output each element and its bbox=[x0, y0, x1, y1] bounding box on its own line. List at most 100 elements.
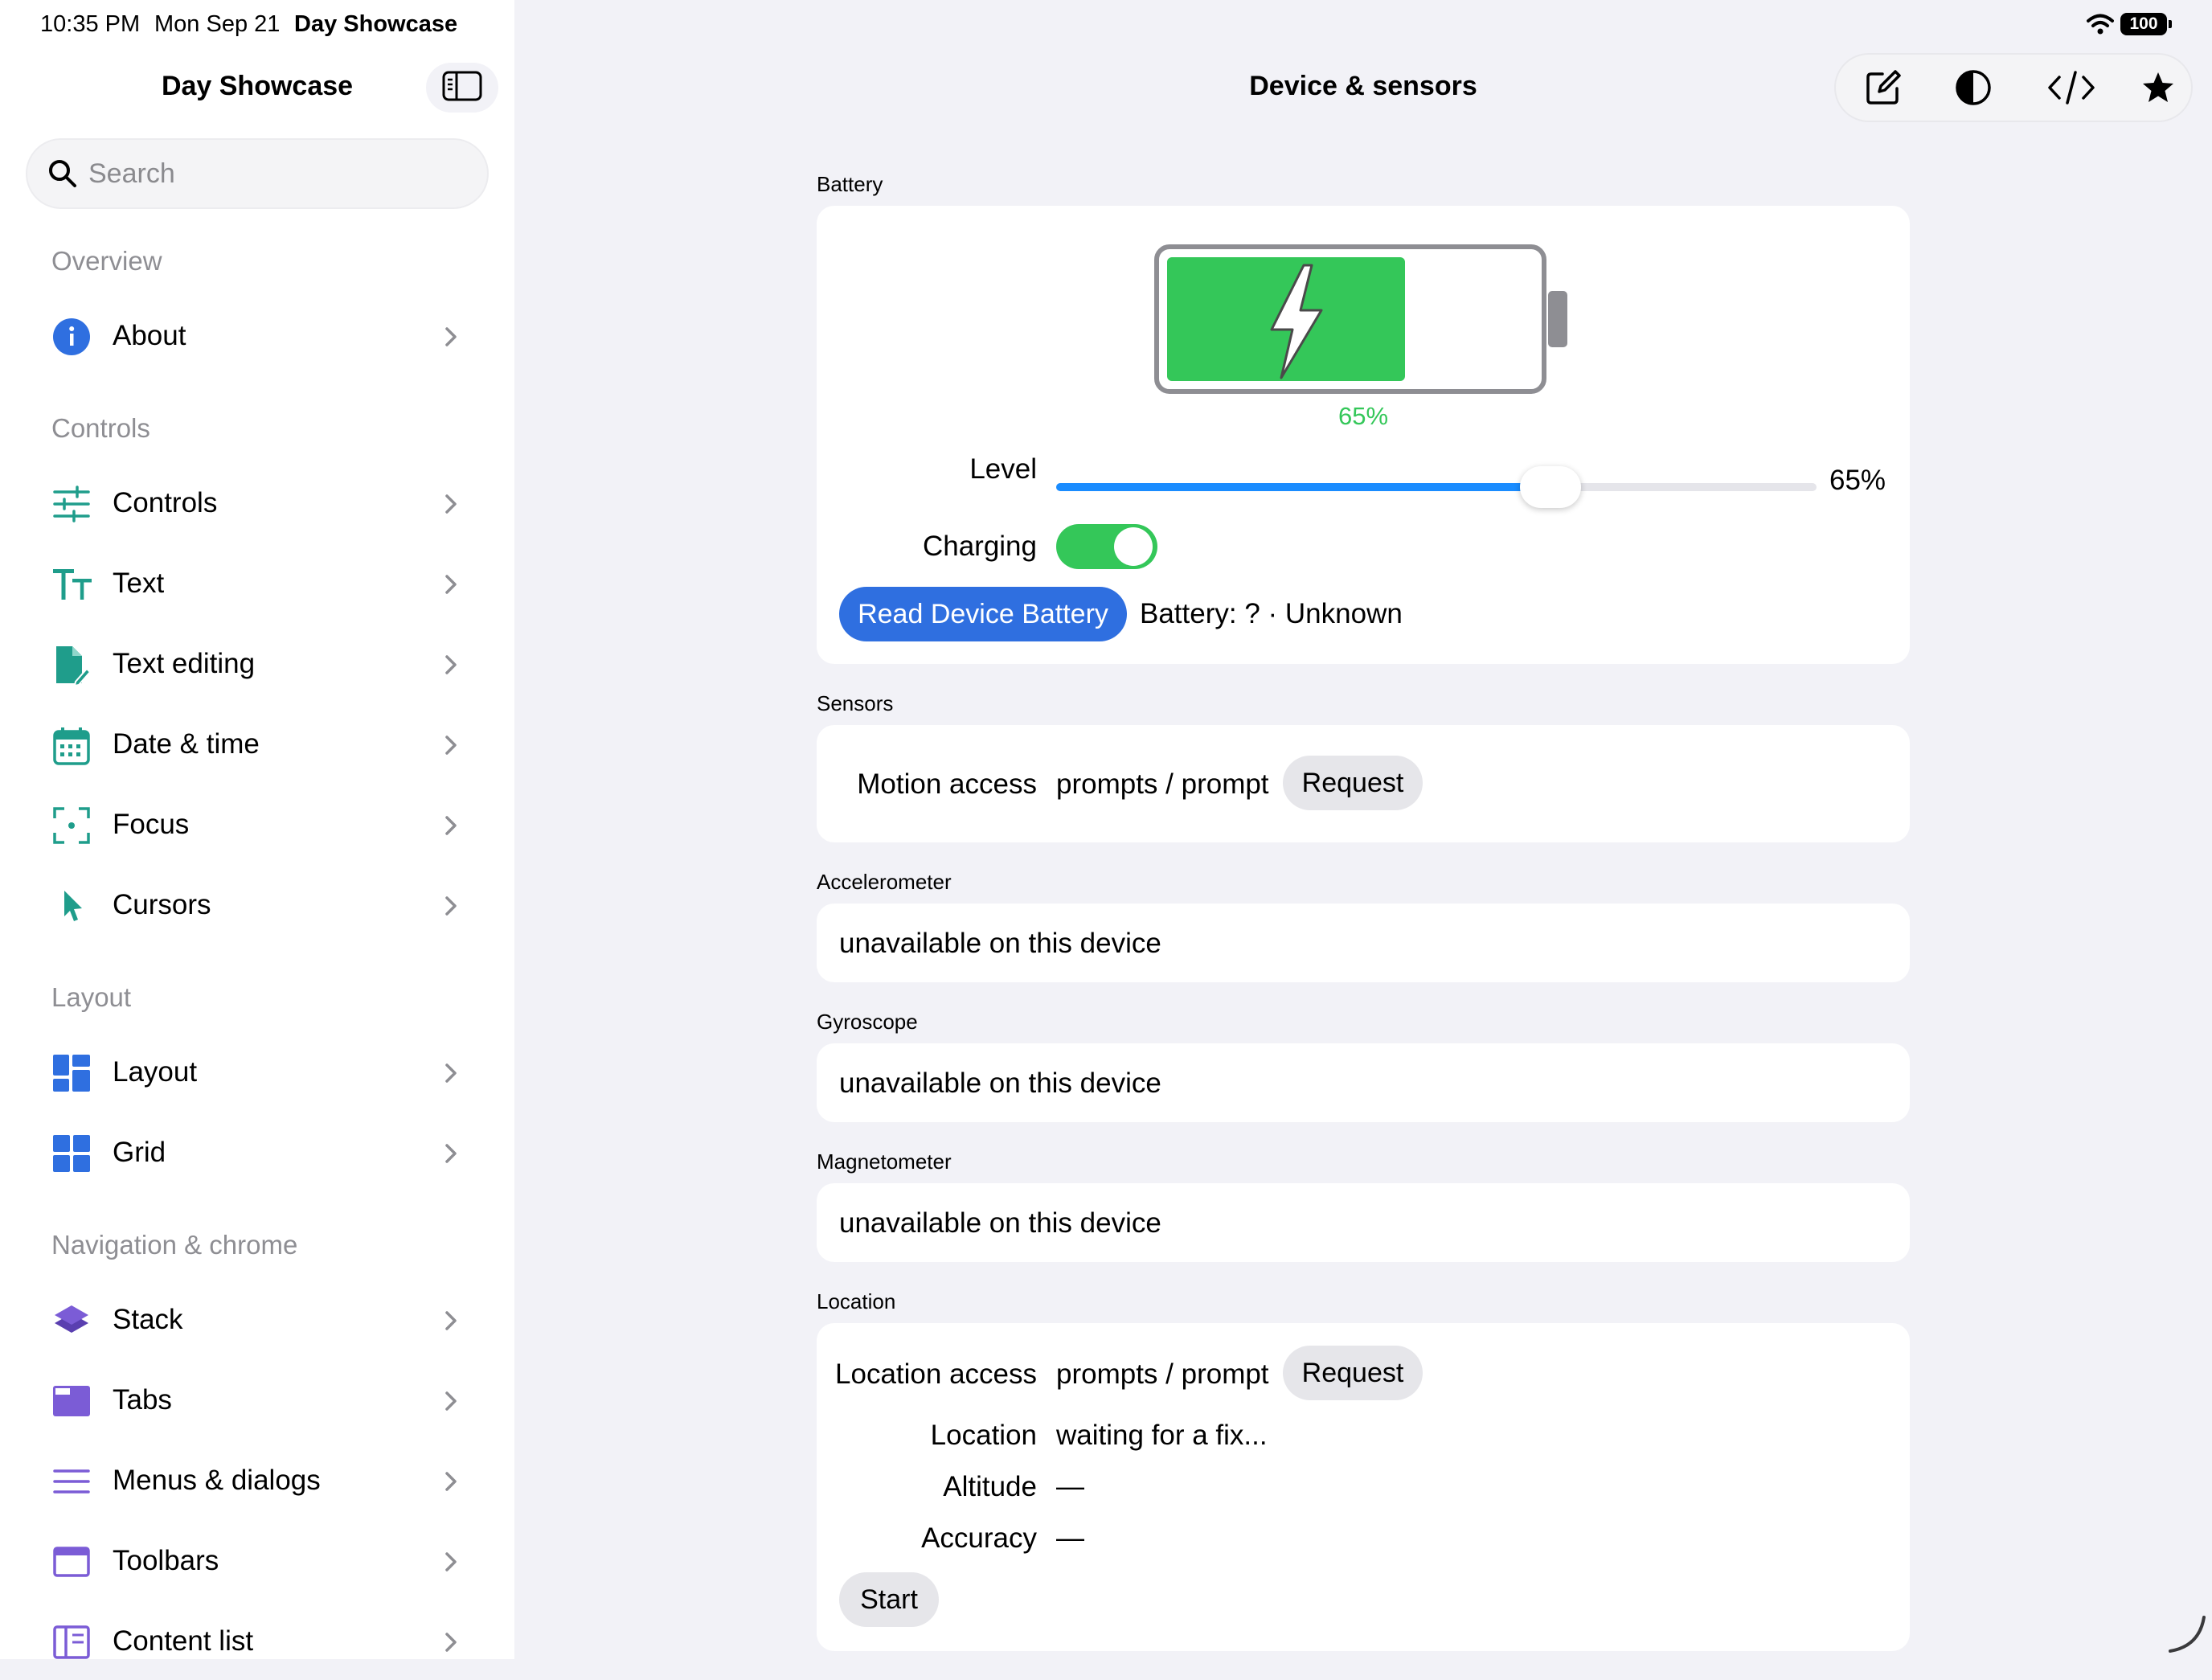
chevron-right-icon bbox=[444, 574, 458, 595]
battery-status-text: Battery: ? · Unknown bbox=[1140, 598, 1403, 629]
sidebar-item-toolbars[interactable]: Toolbars bbox=[0, 1522, 514, 1600]
sidebar-item-about[interactable]: About bbox=[0, 297, 514, 375]
location-start-button[interactable]: Start bbox=[839, 1572, 939, 1627]
motion-access-label: Motion access bbox=[857, 768, 1037, 800]
battery-graphic bbox=[1154, 244, 1572, 403]
grid-icon bbox=[53, 1135, 90, 1172]
search-field[interactable] bbox=[26, 138, 489, 209]
sidebar-item-label: Text editing bbox=[113, 648, 256, 679]
magnetometer-card: unavailable on this device bbox=[817, 1183, 1910, 1262]
sidebar-item-menus-dialogs[interactable]: Menus & dialogs bbox=[0, 1442, 514, 1519]
sidebar-item-cursors[interactable]: Cursors bbox=[0, 867, 514, 944]
level-label: Level bbox=[969, 453, 1037, 485]
location-card: Location access prompts / prompt Request… bbox=[817, 1323, 1910, 1651]
wifi-icon bbox=[2087, 13, 2114, 39]
gyroscope-section-header: Gyroscope bbox=[817, 1010, 918, 1034]
sidebar-item-label: About bbox=[113, 320, 186, 351]
toolbar-window-icon bbox=[53, 1543, 90, 1580]
sidebar-item-grid[interactable]: Grid bbox=[0, 1114, 514, 1191]
chevron-right-icon bbox=[444, 654, 458, 675]
sidebar-item-text[interactable]: Text bbox=[0, 545, 514, 622]
location-access-value: prompts / prompt bbox=[1056, 1358, 1269, 1390]
location-access-label: Location access bbox=[835, 1358, 1037, 1390]
stack-layers-icon bbox=[53, 1302, 90, 1339]
sidebar-item-label: Focus bbox=[113, 809, 190, 840]
sliders-icon bbox=[53, 486, 90, 522]
chevron-right-icon bbox=[444, 1310, 458, 1331]
sidebar-item-text-editing[interactable]: Text editing bbox=[0, 625, 514, 703]
sidebar-item-label: Menus & dialogs bbox=[113, 1465, 321, 1496]
sidebar-item-layout[interactable]: Layout bbox=[0, 1034, 514, 1111]
sidebar-item-label: Layout bbox=[113, 1056, 198, 1088]
resize-handle-icon[interactable] bbox=[2167, 1614, 2207, 1658]
location-label: Location bbox=[930, 1420, 1037, 1451]
chevron-right-icon bbox=[444, 494, 458, 514]
compose-button[interactable] bbox=[1858, 64, 1908, 114]
altitude-label: Altitude bbox=[943, 1471, 1037, 1502]
motion-request-button[interactable]: Request bbox=[1283, 756, 1423, 810]
sidebar-item-label: Stack bbox=[113, 1304, 183, 1335]
location-section-header: Location bbox=[817, 1289, 896, 1313]
slider-thumb[interactable] bbox=[1519, 466, 1581, 508]
sidebar-item-content-list[interactable]: Content list bbox=[0, 1603, 514, 1680]
read-device-battery-button[interactable]: Read Device Battery bbox=[839, 587, 1127, 641]
magnetometer-section-header: Magnetometer bbox=[817, 1149, 952, 1174]
charging-label: Charging bbox=[922, 531, 1037, 562]
doc-edit-icon bbox=[53, 646, 92, 687]
accelerometer-section-header: Accelerometer bbox=[817, 870, 952, 894]
level-slider[interactable] bbox=[1056, 466, 1817, 508]
accuracy-value: — bbox=[1056, 1522, 1084, 1554]
chevron-right-icon bbox=[444, 735, 458, 756]
status-bar: 10:35 PM Mon Sep 21 Day Showcase 100 bbox=[0, 0, 2212, 51]
battery-card: 65% Level 65% Charging Read Device Batte… bbox=[817, 206, 1910, 664]
chevron-right-icon bbox=[444, 1143, 458, 1164]
chevron-right-icon bbox=[444, 895, 458, 916]
section-header-layout: Layout bbox=[51, 982, 132, 1012]
chevron-right-icon bbox=[444, 1632, 458, 1653]
sidebar-item-label: Content list bbox=[113, 1625, 254, 1657]
accuracy-label: Accuracy bbox=[921, 1522, 1037, 1554]
menu-lines-icon bbox=[53, 1463, 90, 1500]
chevron-right-icon bbox=[444, 815, 458, 836]
section-header-navigation: Navigation & chrome bbox=[51, 1230, 298, 1260]
favorite-button[interactable] bbox=[2133, 64, 2183, 114]
view-source-button[interactable] bbox=[2046, 64, 2096, 114]
chevron-right-icon bbox=[444, 1391, 458, 1412]
sidebar-item-controls[interactable]: Controls bbox=[0, 465, 514, 542]
content-list-icon bbox=[53, 1624, 90, 1661]
chevron-right-icon bbox=[444, 326, 458, 347]
gyroscope-value: unavailable on this device bbox=[839, 1067, 1161, 1099]
accelerometer-card: unavailable on this device bbox=[817, 904, 1910, 982]
cursor-arrow-icon bbox=[53, 887, 90, 924]
gyroscope-card: unavailable on this device bbox=[817, 1043, 1910, 1122]
chevron-right-icon bbox=[444, 1471, 458, 1492]
sidebar-item-focus[interactable]: Focus bbox=[0, 786, 514, 863]
sidebar-item-label: Grid bbox=[113, 1137, 166, 1168]
battery-section-header: Battery bbox=[817, 172, 883, 196]
location-request-button[interactable]: Request bbox=[1283, 1346, 1423, 1400]
chevron-right-icon bbox=[444, 1551, 458, 1572]
sidebar-item-stack[interactable]: Stack bbox=[0, 1281, 514, 1358]
sidebar-item-date-time[interactable]: Date & time bbox=[0, 706, 514, 783]
sensors-card: Motion access prompts / prompt Request bbox=[817, 725, 1910, 842]
magnetometer-value: unavailable on this device bbox=[839, 1207, 1161, 1239]
status-app-name: Day Showcase bbox=[294, 11, 458, 37]
sidebar-toggle-button[interactable] bbox=[426, 63, 498, 113]
sidebar-item-label: Controls bbox=[113, 487, 218, 518]
sidebar-item-tabs[interactable]: Tabs bbox=[0, 1362, 514, 1439]
sidebar: Day Showcase Overview About Controls Con… bbox=[0, 0, 514, 1659]
search-input[interactable] bbox=[87, 157, 468, 191]
info-circle-icon bbox=[53, 318, 90, 355]
search-icon bbox=[48, 159, 77, 188]
star-icon bbox=[2140, 70, 2176, 109]
battery-cap bbox=[2169, 20, 2172, 28]
battery-status-icon: 100 bbox=[2120, 13, 2167, 35]
tabs-icon bbox=[53, 1383, 90, 1420]
appearance-toggle-button[interactable] bbox=[1948, 64, 1998, 114]
code-icon bbox=[2046, 69, 2096, 110]
sensors-section-header: Sensors bbox=[817, 691, 894, 715]
text-size-icon bbox=[53, 566, 92, 603]
slider-fill bbox=[1056, 483, 1550, 491]
charging-toggle[interactable] bbox=[1056, 524, 1157, 569]
section-header-overview: Overview bbox=[51, 246, 162, 276]
